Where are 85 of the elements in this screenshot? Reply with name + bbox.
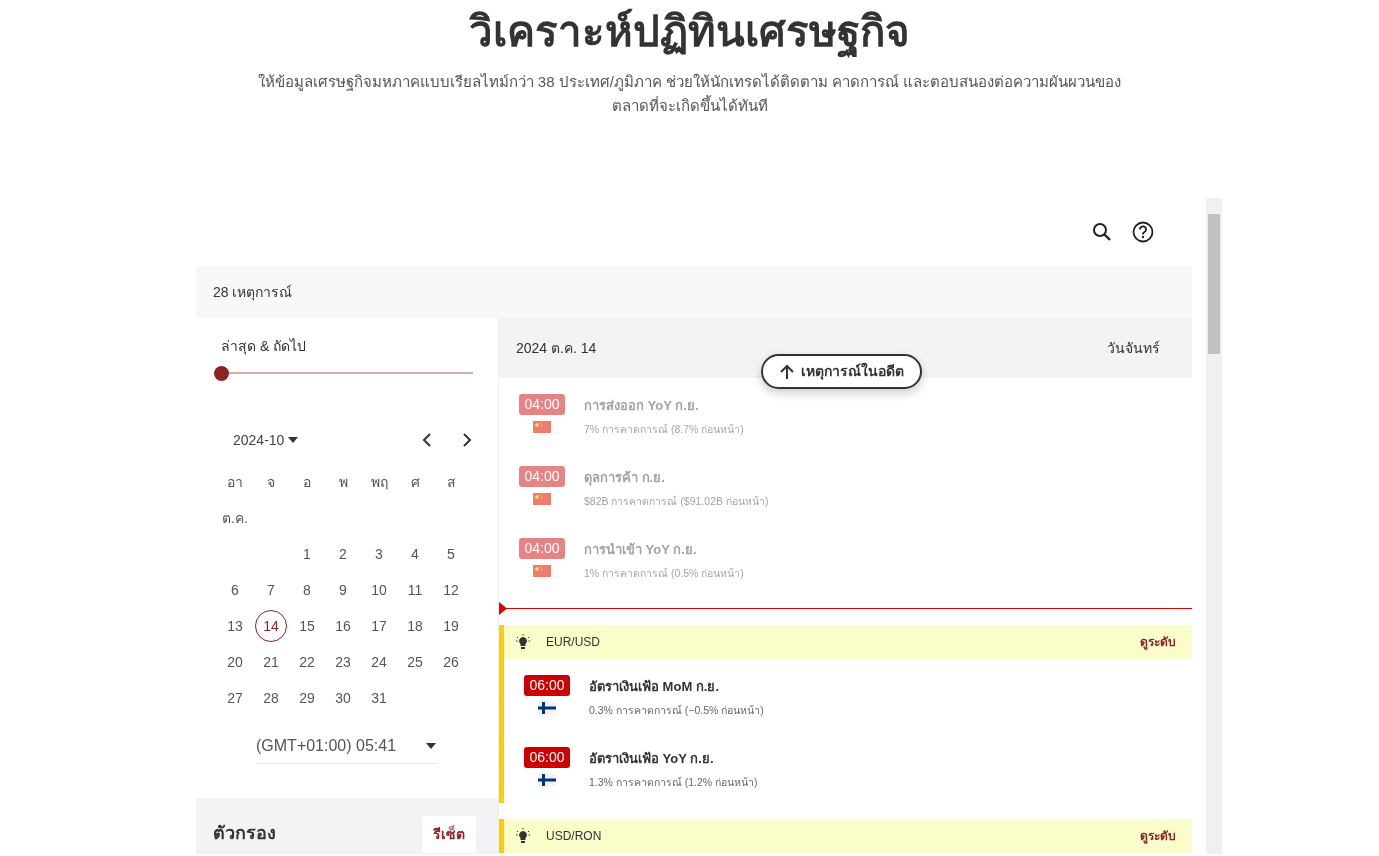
time-badge: 04:00 (519, 538, 565, 559)
caret-icon (426, 743, 436, 749)
arrow-up-icon (779, 363, 795, 380)
lightbulb-icon (516, 634, 530, 650)
calendar-day[interactable]: 3 (363, 538, 395, 570)
calendar-day[interactable]: 26 (435, 646, 467, 678)
time-badge: 06:00 (524, 747, 570, 768)
day-date: 2024 ต.ค. 14 (516, 338, 597, 358)
calendar-day[interactable]: 13 (219, 610, 251, 642)
event-detail: 7% การคาดการณ์ (8.7% ก่อนหน้า) (584, 421, 744, 437)
flag-icon (533, 493, 551, 505)
time-badge: 06:00 (524, 675, 570, 696)
next-month-icon[interactable] (461, 433, 473, 447)
scrollbar-thumb[interactable] (1208, 214, 1220, 354)
event-title: การนำเข้า YoY ก.ย. (584, 541, 698, 559)
search-icon[interactable] (1092, 222, 1112, 242)
currency-pair: EUR/USD (546, 634, 600, 651)
lightbulb-icon (516, 828, 530, 844)
time-badge: 04:00 (519, 394, 565, 415)
flag-icon (533, 421, 551, 433)
calendar-day[interactable]: 1 (291, 538, 323, 570)
event-title: การส่งออก YoY ก.ย. (584, 397, 700, 415)
page-subtitle: ให้ข้อมูลเศรษฐกิจมหภาคแบบเรียลไทม์กว่า 38 ประเทศ/ภูมิภาค ช่วยให้นักเทรดได้ติดตาม คาดการณ์ และตอบสนองต่อความผันผวนของตลาดที่จะเกิดขึ้นได้ทันที (256, 72, 1123, 116)
calendar-day[interactable]: 11 (399, 574, 431, 606)
flag-icon (538, 774, 556, 786)
calendar-day[interactable]: 29 (291, 682, 323, 714)
calendar-day[interactable]: 6 (219, 574, 251, 606)
weekday-label: ส (445, 472, 457, 492)
calendar-day[interactable]: 12 (435, 574, 467, 606)
calendar-day[interactable]: 21 (255, 646, 287, 678)
calendar-day[interactable]: 24 (363, 646, 395, 678)
page-title: วิเคราะห์ปฏิทินเศรษฐกิจ (0, 4, 1379, 60)
calendar-day[interactable]: 25 (399, 646, 431, 678)
event-title: อัตราเงินเฟ้อ YoY ก.ย. (589, 750, 715, 768)
help-icon[interactable] (1132, 221, 1154, 243)
calendar-day[interactable]: 30 (327, 682, 359, 714)
calendar-day[interactable]: 18 (399, 610, 431, 642)
calendar-day[interactable]: 22 (291, 646, 323, 678)
calendar-day[interactable]: 17 (363, 610, 395, 642)
flag-icon (538, 702, 556, 714)
past-events-button[interactable]: เหตุการณ์ในอดีต (761, 354, 922, 389)
currency-pair: USD/RON (546, 828, 602, 845)
calendar-day[interactable]: 16 (327, 610, 359, 642)
weekday-label: พฤ (369, 472, 389, 492)
event-count: 28 เหตุการณ์ (213, 282, 293, 303)
weekday-label: ศ (409, 472, 421, 492)
caret-icon (288, 437, 299, 443)
reset-button[interactable]: รีเซ็ต (422, 816, 476, 853)
scrollbar[interactable] (1206, 198, 1222, 854)
calendar-day[interactable]: 5 (435, 538, 467, 570)
calendar-day[interactable]: 15 (291, 610, 323, 642)
weekday-label: อา (226, 472, 244, 492)
flag-icon (533, 565, 551, 577)
event-detail: 1.3% การคาดการณ์ (1.2% ก่อนหน้า) (589, 774, 758, 790)
event-detail: 0.3% การคาดการณ์ (−0.5% ก่อนหน้า) (589, 702, 764, 718)
weekday-label: จ (266, 472, 276, 492)
calendar-day[interactable]: 23 (327, 646, 359, 678)
day-weekday: วันจันทร์ (1107, 338, 1160, 358)
prev-month-icon[interactable] (421, 433, 433, 447)
timezone-dropdown[interactable]: (GMT+01:00) 05:41 (256, 730, 436, 764)
slider-thumb[interactable] (214, 366, 229, 381)
time-badge: 04:00 (519, 466, 565, 487)
calendar-day[interactable]: 8 (291, 574, 323, 606)
event-detail: 1% การคาดการณ์ (0.5% ก่อนหน้า) (584, 565, 744, 581)
calendar-day[interactable]: 28 (255, 682, 287, 714)
weekday-label: พ (337, 472, 349, 492)
range-label: ล่าสุด & ถัดไป (220, 337, 308, 357)
event-title: ดุลการค้า ก.ย. (584, 469, 666, 488)
calendar-day[interactable]: 2 (327, 538, 359, 570)
calendar-day[interactable]: 10 (363, 574, 395, 606)
calendar-day[interactable]: 31 (363, 682, 395, 714)
month-label: ต.ค. (221, 508, 249, 528)
view-levels-link[interactable]: ดูระดับ (1140, 827, 1176, 845)
calendar-day[interactable]: 4 (399, 538, 431, 570)
event-detail: $82B การคาดการณ์ ($91.02B ก่อนหน้า) (584, 493, 769, 509)
month-dropdown[interactable]: 2024-10 (233, 429, 299, 451)
view-levels-link[interactable]: ดูระดับ (1140, 633, 1176, 651)
calendar-day[interactable]: 7 (255, 574, 287, 606)
calendar-day[interactable]: 20 (219, 646, 251, 678)
calendar-day[interactable]: 9 (327, 574, 359, 606)
weekday-label: อ (302, 472, 312, 492)
calendar-day[interactable]: 27 (219, 682, 251, 714)
event-title: อัตราเงินเฟ้อ MoM ก.ย. (589, 678, 721, 696)
filter-title: ตัวกรอง (213, 822, 276, 845)
calendar-day[interactable]: 19 (435, 610, 467, 642)
